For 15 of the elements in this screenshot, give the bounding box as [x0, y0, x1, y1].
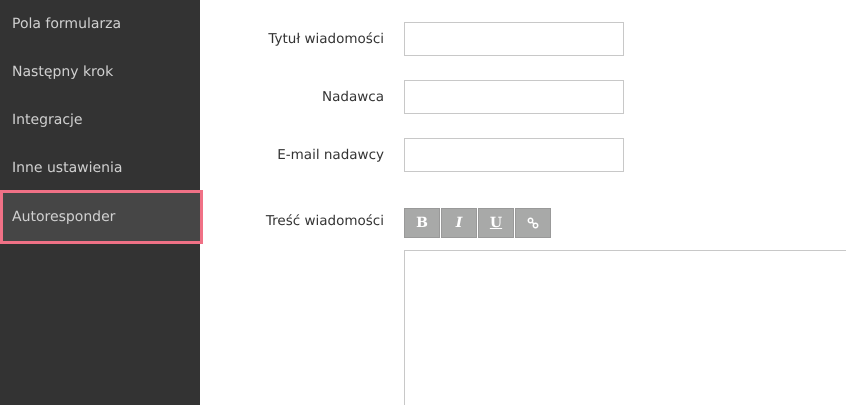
input-field[interactable]: [404, 138, 624, 172]
link-icon: [527, 217, 539, 229]
sidebar-item[interactable]: Następny krok: [0, 48, 200, 96]
sidebar-item[interactable]: Integracje: [0, 96, 200, 144]
sidebar-item[interactable]: Autoresponder: [0, 190, 203, 244]
sidebar-item[interactable]: Inne ustawienia: [0, 144, 200, 192]
field-label: Nadawca: [321, 89, 384, 105]
input-field[interactable]: [404, 80, 624, 114]
sidebar-item[interactable]: Pola formularza: [0, 0, 200, 48]
message-editor[interactable]: [404, 250, 846, 405]
input-field[interactable]: [404, 22, 624, 56]
field-label: Tytuł wiadomości: [267, 31, 384, 47]
field-label: E-mail nadawcy: [276, 147, 384, 163]
field-label: Treść wiadomości: [264, 212, 384, 231]
link-button[interactable]: [515, 208, 551, 238]
